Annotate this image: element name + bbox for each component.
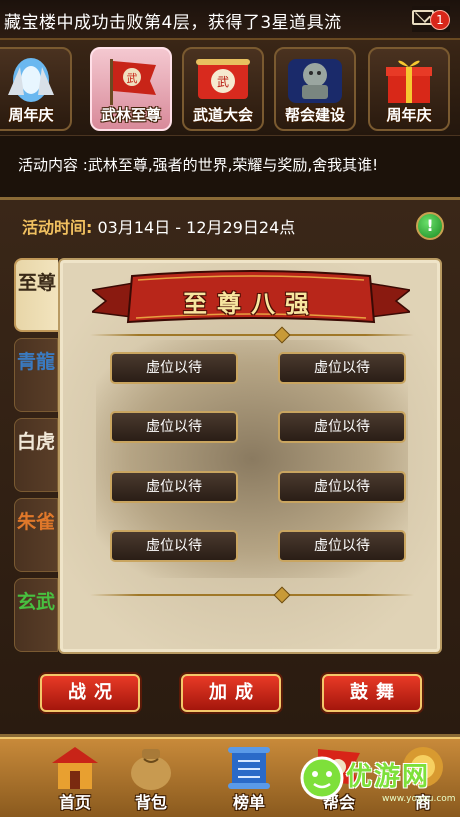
ranking-slot-3[interactable]: 虚位以待: [110, 411, 238, 443]
scroll-banner-icon: 武: [196, 59, 250, 99]
event-tab-martial-supreme[interactable]: 武 武林至尊: [90, 47, 172, 131]
martial-flag-icon: 武: [110, 59, 156, 105]
mascot-logo-icon: [300, 756, 344, 800]
stone-lion-icon: [288, 59, 342, 103]
nav-label: 背包: [134, 793, 167, 812]
ranking-slot-2[interactable]: 虚位以待: [278, 352, 406, 384]
activity-description: 活动内容 :武林至尊,强者的世界,荣耀与奖励,舍我其谁!: [18, 156, 379, 174]
ranking-slot-4[interactable]: 虚位以待: [278, 411, 406, 443]
nav-bag[interactable]: 背包: [112, 741, 190, 817]
side-tab-black-tortoise[interactable]: 玄武: [14, 578, 58, 652]
panel-title: 至尊八强: [183, 289, 319, 318]
side-tab-label: 至尊: [17, 272, 56, 294]
ranking-slot-8[interactable]: 虚位以待: [278, 530, 406, 562]
side-tab-label: 朱雀: [16, 511, 55, 533]
ranking-slot-5[interactable]: 虚位以待: [110, 471, 238, 503]
event-tab-label: 周年庆: [8, 106, 54, 124]
side-tab-supreme[interactable]: 至尊: [14, 258, 58, 332]
side-tab-vermilion-bird[interactable]: 朱雀: [14, 498, 58, 572]
top-eight-panel: 至尊八强 虚位以待 虚位以待 虚位以待 虚位以待 虚位以待 虚位以待 虚位以待 …: [58, 258, 442, 654]
side-tab-white-tiger[interactable]: 白虎: [14, 418, 58, 492]
event-tab-label: 武林至尊: [100, 106, 161, 124]
diamond-ornament-icon: [273, 586, 291, 604]
watermark-url: www.yoyou.com: [382, 794, 456, 804]
divider-bottom: [90, 586, 414, 604]
side-tab-label: 青龍: [16, 351, 55, 373]
announcement-marquee: 藏宝楼中成功击败第4层，获得了3星道具流 1: [0, 0, 460, 40]
svg-text:武: 武: [217, 75, 229, 89]
site-watermark: 优游网 www.yoyou.com: [296, 744, 460, 817]
nav-home[interactable]: 首页: [36, 741, 114, 817]
activity-time-label: 活动时间:: [22, 218, 93, 237]
title-banner: 至尊八强: [92, 268, 410, 332]
side-tab-label: 白虎: [16, 431, 55, 453]
activity-time-row: 活动时间: 03月14日 - 12月29日24点: [22, 214, 295, 238]
event-tab-label: 周年庆: [386, 106, 432, 124]
event-tab-anniversary-1[interactable]: 周年庆: [0, 47, 72, 131]
bag-icon: [131, 749, 171, 790]
ranking-slot-6[interactable]: 虚位以待: [278, 471, 406, 503]
anniversary-crystal-icon: [8, 58, 54, 102]
nav-label: 榜单: [232, 793, 265, 812]
nav-ranking[interactable]: 榜单: [210, 741, 288, 817]
cheer-button[interactable]: 鼓舞: [322, 674, 422, 712]
scroll-list-icon: [228, 747, 270, 789]
info-button[interactable]: !: [416, 212, 444, 240]
buff-button[interactable]: 加成: [181, 674, 281, 712]
palace-icon: [52, 747, 98, 789]
event-tab-label: 武道大会: [192, 106, 253, 124]
side-tab-azure-dragon[interactable]: 青龍: [14, 338, 58, 412]
main-frame: 活动时间: 03月14日 - 12月29日24点 ! 至尊 青龍 白虎 朱雀 玄…: [0, 197, 460, 737]
event-tab-label: 帮会建设: [284, 106, 345, 124]
event-tab-guild-building[interactable]: 帮会建设: [274, 47, 356, 131]
exclamation-icon: !: [426, 216, 434, 235]
ranking-slot-1[interactable]: 虚位以待: [110, 352, 238, 384]
ranking-slot-7[interactable]: 虚位以待: [110, 530, 238, 562]
divider-top: [90, 326, 414, 344]
mail-count-badge: 1: [430, 10, 450, 30]
event-tab-martial-tournament[interactable]: 武 武道大会: [182, 47, 264, 131]
activity-description-bar: 活动内容 :武林至尊,强者的世界,荣耀与奖励,舍我其谁!: [0, 135, 460, 197]
gift-box-icon: [386, 60, 432, 103]
marquee-text: 藏宝楼中成功击败第4层，获得了3星道具流: [4, 13, 342, 33]
activity-time-value: 03月14日 - 12月29日24点: [97, 218, 296, 237]
battle-status-button[interactable]: 战况: [40, 674, 140, 712]
event-tab-anniversary-2[interactable]: 周年庆: [368, 47, 450, 131]
watermark-text: 优游网: [346, 762, 431, 792]
event-icon-bar: 周年庆 武 武林至尊 武 武道大会 帮会建设 周年庆: [0, 40, 460, 135]
nav-label: 首页: [58, 793, 91, 812]
side-tab-label: 玄武: [16, 591, 55, 613]
svg-text:武: 武: [127, 72, 138, 85]
mail-button[interactable]: 1: [412, 6, 450, 32]
